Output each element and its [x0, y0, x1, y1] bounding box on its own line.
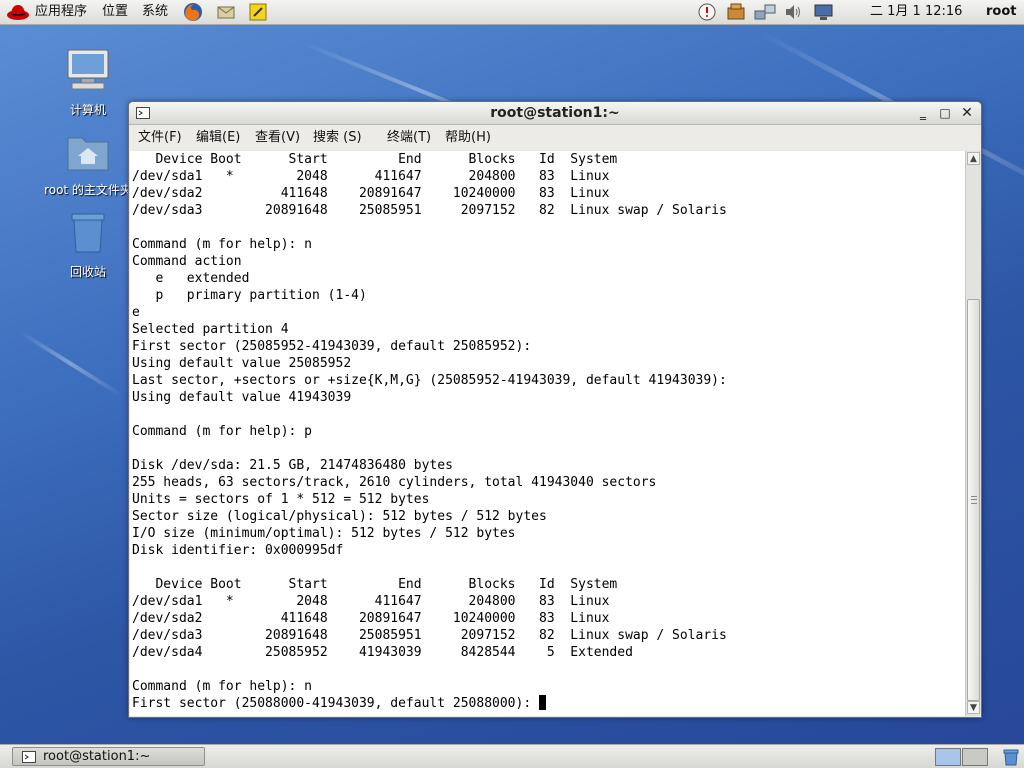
terminal-cursor — [539, 695, 546, 710]
close-button[interactable]: ✕ — [959, 105, 975, 121]
minimize-icon: ‗ — [920, 106, 926, 120]
terminal-window: root@station1:~ ‗ □ ✕ 文件(F) 编辑(E) 查看(V) … — [128, 101, 982, 718]
maximize-button[interactable]: □ — [937, 105, 953, 121]
menu-search[interactable]: 搜索 (S) — [311, 125, 364, 150]
desktop-icon-computer[interactable]: 计算机 — [33, 46, 143, 118]
window-titlebar[interactable]: root@station1:~ ‗ □ ✕ — [129, 102, 981, 125]
menu-help[interactable]: 帮助(H) — [443, 125, 493, 150]
prompt-line: First sector (25088000-41943039, default… — [132, 696, 539, 711]
close-icon: ✕ — [961, 105, 973, 121]
menu-applications[interactable]: 应用程序 — [35, 0, 87, 24]
taskbar-label: root@station1:~ — [43, 749, 151, 764]
scrollbar-thumb[interactable] — [967, 299, 980, 701]
menu-file[interactable]: 文件(F) — [136, 125, 184, 150]
scrollbar-grip-icon — [971, 496, 977, 504]
computer-icon — [67, 49, 109, 90]
chevron-up-icon: ▲ — [970, 154, 977, 164]
notes-launcher-icon[interactable] — [248, 2, 268, 22]
menu-view[interactable]: 查看(V) — [253, 125, 302, 150]
wallpaper-streak — [18, 330, 123, 398]
scroll-down-button[interactable]: ▼ — [967, 701, 980, 714]
menu-edit[interactable]: 编辑(E) — [194, 125, 242, 150]
top-panel: 应用程序 位置 系统 二 1月 1 12:16 root — [0, 0, 1024, 25]
desktop-icon-label: 计算机 — [69, 103, 106, 117]
firefox-launcher-icon[interactable] — [183, 2, 203, 22]
display-icon[interactable] — [812, 2, 836, 22]
chevron-down-icon: ▼ — [970, 703, 977, 713]
redhat-logo-icon[interactable] — [6, 2, 30, 22]
clock[interactable]: 二 1月 1 12:16 — [870, 0, 962, 24]
minimize-button[interactable]: ‗ — [915, 105, 931, 121]
volume-icon[interactable] — [783, 2, 803, 22]
terminal-app-icon — [22, 751, 36, 763]
menu-places[interactable]: 位置 — [102, 0, 128, 24]
workspace-2[interactable] — [962, 748, 988, 766]
mail-launcher-icon[interactable] — [216, 2, 236, 22]
home-folder-icon — [67, 137, 109, 171]
terminal-output[interactable]: Device Boot Start End Blocks Id System /… — [130, 151, 965, 716]
desktop-icon-home-folder[interactable]: root 的主文件夹 — [33, 130, 143, 198]
trash-icon — [71, 213, 105, 253]
desktop-icon-label: root 的主文件夹 — [44, 183, 132, 197]
user-name[interactable]: root — [986, 0, 1017, 24]
menu-system[interactable]: 系统 — [142, 0, 168, 24]
maximize-icon: □ — [939, 106, 951, 120]
menu-terminal[interactable]: 终端(T) — [385, 125, 433, 150]
package-updates-icon[interactable] — [725, 2, 749, 22]
workspace-1[interactable] — [935, 748, 961, 766]
desktop-icon-trash[interactable]: 回收站 — [33, 210, 143, 280]
vertical-scrollbar[interactable]: ▲ ▼ — [965, 151, 981, 716]
window-title: root@station1:~ — [490, 105, 620, 121]
desktop-icon-label: 回收站 — [69, 265, 106, 279]
scroll-up-button[interactable]: ▲ — [967, 152, 980, 165]
menubar: 文件(F) 编辑(E) 查看(V) 搜索 (S) 终端(T) 帮助(H) — [129, 125, 981, 150]
trash-applet-icon[interactable] — [1001, 748, 1021, 766]
bottom-panel: root@station1:~ — [0, 744, 1024, 768]
network-status-icon[interactable] — [753, 2, 777, 22]
terminal-text: Device Boot Start End Blocks Id System /… — [132, 152, 727, 711]
update-notifier-icon[interactable] — [697, 2, 717, 22]
taskbar-button-terminal[interactable]: root@station1:~ — [12, 747, 205, 766]
